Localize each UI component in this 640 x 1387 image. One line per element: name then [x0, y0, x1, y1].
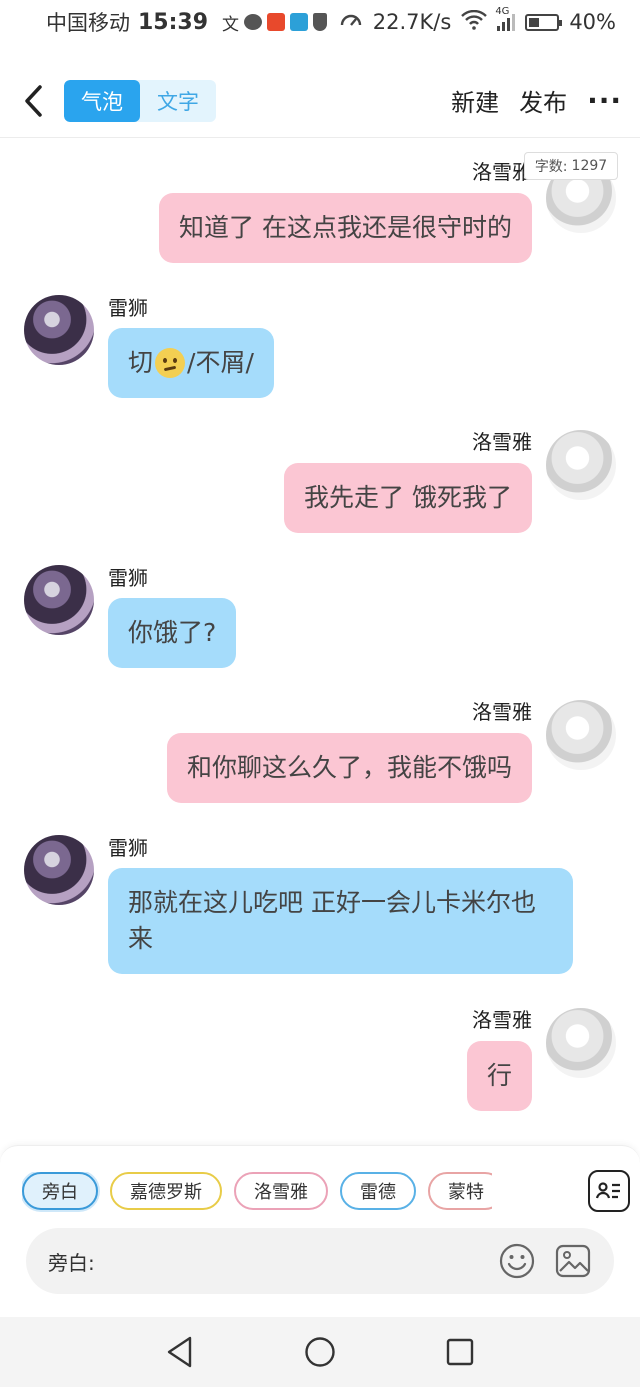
avatar[interactable]: [24, 295, 94, 365]
message-bubble[interactable]: 和你聊这么久了，我能不饿吗: [166, 733, 532, 803]
chat-area[interactable]: 洛雪雅 知道了 在这点我还是很守时的 字数: 1297 雷狮 切 /不屑/ 洛雪…: [0, 140, 640, 1145]
sender-name: 雷狮: [108, 836, 148, 860]
message-text: 切: [128, 348, 154, 377]
signal-type: 4G: [495, 5, 510, 17]
image-button[interactable]: [554, 1242, 592, 1280]
message-bubble[interactable]: 行: [466, 1041, 532, 1111]
composer-panel: 旁白 嘉德罗斯 洛雪雅 雷德 蒙特 旁白:: [0, 1145, 640, 1317]
message-bubble[interactable]: 那就在这儿吃吧 正好一会儿卡米尔也来: [108, 868, 573, 974]
tab-bubble[interactable]: 气泡: [64, 79, 140, 122]
back-button[interactable]: [18, 81, 48, 121]
avatar[interactable]: [24, 835, 94, 905]
smiley-icon: [499, 1243, 535, 1279]
message-bubble[interactable]: 切 /不屑/: [108, 328, 274, 398]
translate-icon: 文: [222, 14, 240, 35]
circle-home-icon: [305, 1337, 335, 1367]
sender-name: 雷狮: [108, 566, 148, 590]
wechat-icon: [244, 14, 263, 30]
message-bubble[interactable]: 你饿了?: [108, 598, 237, 668]
publish-button[interactable]: 发布: [519, 83, 567, 118]
shield-icon: [313, 13, 328, 31]
sender-name: 洛雪雅: [472, 1008, 532, 1032]
speed-gauge-icon: [339, 8, 363, 37]
square-recents-icon: [446, 1338, 474, 1366]
carrier-label: 中国移动: [46, 11, 130, 35]
camel-app-icon: [290, 13, 309, 31]
shopping-app-icon: [267, 13, 286, 31]
nav-home-button[interactable]: [300, 1332, 340, 1372]
message-bubble[interactable]: 知道了 在这点我还是很守时的: [159, 193, 532, 263]
battery-percent: 40%: [569, 10, 616, 34]
message-bubble[interactable]: 我先走了 饿死我了: [284, 463, 532, 533]
avatar[interactable]: [546, 430, 616, 500]
more-button[interactable]: ···: [587, 84, 622, 117]
sender-name: 洛雪雅: [472, 430, 532, 454]
word-count-badge: 字数: 1297: [524, 152, 618, 180]
role-chip[interactable]: 雷德: [340, 1172, 416, 1210]
role-chip[interactable]: 洛雪雅: [234, 1172, 328, 1210]
new-button[interactable]: 新建: [451, 83, 499, 118]
message-input-box: 旁白:: [26, 1228, 614, 1294]
message-input[interactable]: [98, 1249, 480, 1273]
confused-face-emoji-icon: [155, 348, 186, 378]
nav-back-button[interactable]: [160, 1332, 200, 1372]
chevron-left-icon: [25, 84, 42, 117]
avatar[interactable]: [546, 700, 616, 770]
system-navigation-bar: [0, 1317, 640, 1387]
wifi-icon: [461, 9, 488, 35]
triangle-back-icon: [167, 1336, 192, 1368]
sender-name: 洛雪雅: [472, 700, 532, 724]
battery-fill: [529, 17, 540, 27]
message-text-suffix: /不屑/: [187, 348, 254, 377]
status-time: 15:39: [138, 9, 209, 35]
sender-name: 洛雪雅: [472, 160, 532, 184]
tab-text[interactable]: 文字: [140, 80, 216, 122]
avatar[interactable]: [546, 1008, 616, 1078]
battery-icon: [525, 13, 563, 31]
mode-toggle: 气泡 文字: [64, 79, 216, 122]
status-bar: 中国移动 15:39 文 22.7K/s 4G 40%: [0, 0, 640, 44]
word-count-value: 1297: [571, 158, 608, 174]
top-bar: 气泡 文字 新建 发布 ···: [0, 64, 640, 138]
input-role-label: 旁白:: [48, 1250, 95, 1275]
contact-card-icon: [595, 1182, 620, 1199]
sender-name: 雷狮: [108, 296, 148, 320]
role-list-button[interactable]: [588, 1170, 630, 1212]
role-chip-narrator[interactable]: 旁白: [22, 1172, 98, 1210]
role-chip[interactable]: 嘉德罗斯: [110, 1172, 222, 1210]
network-speed: 22.7K/s: [372, 10, 452, 34]
word-count-label: 字数:: [534, 159, 568, 175]
role-chip[interactable]: 蒙特: [428, 1172, 492, 1210]
emoji-button[interactable]: [498, 1242, 536, 1280]
avatar[interactable]: [24, 565, 94, 635]
image-icon: [555, 1244, 591, 1278]
role-chip-list: 旁白 嘉德罗斯 洛雪雅 雷德 蒙特: [22, 1172, 492, 1212]
nav-recents-button[interactable]: [440, 1332, 480, 1372]
cellular-signal-icon: 4G: [495, 6, 516, 31]
